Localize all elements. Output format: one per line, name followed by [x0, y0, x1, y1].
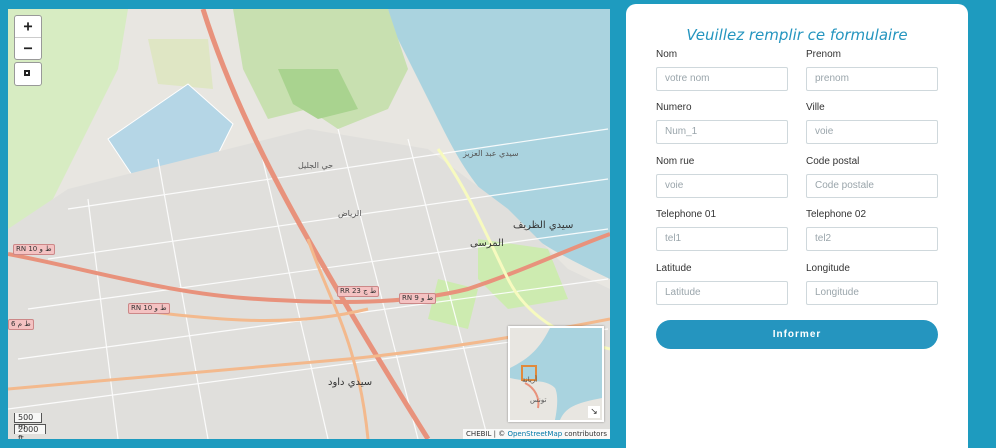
nom-rue-label: Nom rue [656, 156, 695, 167]
minimap-label-tunis: تونس [530, 396, 547, 404]
ville-label: Ville [806, 102, 825, 113]
field-numero: Numero [656, 102, 788, 144]
map-label-sidi-abdelaziz: سيدي عبد العزيز [463, 149, 519, 158]
scale-imperial: 2000 ft [14, 424, 46, 439]
field-ville: Ville [806, 102, 938, 144]
map-label-jalil: حي الجليل [298, 161, 334, 170]
tel1-label: Telephone 01 [656, 209, 717, 220]
tel1-input[interactable] [656, 226, 788, 251]
nom-label: Nom [656, 49, 678, 60]
scale-bar: 500 m 2000 ft [14, 413, 46, 439]
fit-bounds-button[interactable] [14, 62, 42, 86]
longitude-label: Longitude [806, 263, 850, 274]
latitude-input[interactable] [656, 280, 788, 305]
tel2-label: Telephone 02 [806, 209, 867, 220]
map-view[interactable]: المرسى سيدي الظريف سيدي عبد العزيز حي ال… [8, 9, 610, 439]
nom-rue-input[interactable] [656, 173, 788, 198]
map-attribution: CHEBIL | © OpenStreetMap contributors [463, 429, 610, 439]
form-title: Veuillez remplir ce formulaire [686, 26, 908, 44]
field-code-postal: Code postal [806, 156, 938, 198]
numero-input[interactable] [656, 119, 788, 144]
field-nom-rue: Nom rue [656, 156, 788, 198]
tel2-input[interactable] [806, 226, 938, 251]
osm-link[interactable]: OpenStreetMap [507, 430, 562, 438]
field-tel2: Telephone 02 [806, 209, 938, 251]
road-label-rr23: RR 23 ط ج [337, 286, 380, 297]
field-nom: Nom [656, 49, 788, 91]
informer-button[interactable]: Informer [656, 320, 938, 349]
minimap[interactable]: تونس أريانة ↘ [508, 326, 604, 422]
map-label-sidi-dhrif: سيدي الظريف [513, 220, 574, 231]
scale-metric: 500 m [14, 413, 42, 431]
numero-label: Numero [656, 102, 692, 113]
ville-input[interactable] [806, 119, 938, 144]
prenom-input[interactable] [806, 66, 938, 91]
field-prenom: Prenom [806, 49, 938, 91]
field-tel1: Telephone 01 [656, 209, 788, 251]
latitude-label: Latitude [656, 263, 692, 274]
minimap-toggle-button[interactable]: ↘ [588, 406, 600, 418]
field-latitude: Latitude [656, 263, 788, 305]
road-label-rn10-b: RN 10 ط و [128, 303, 170, 314]
field-longitude: Longitude [806, 263, 938, 305]
road-label-rn10: RN 10 ط و [13, 244, 55, 255]
map-label-sidi-daoud: سيدي داود [328, 377, 373, 388]
square-icon [24, 70, 30, 76]
map-label-riadh: الرياض [338, 209, 362, 218]
longitude-input[interactable] [806, 280, 938, 305]
code-postal-label: Code postal [806, 156, 860, 167]
map-label-marsa: المرسى [470, 238, 504, 249]
prenom-label: Prenom [806, 49, 842, 60]
attribution-prefix: CHEBIL | © [466, 430, 506, 438]
zoom-control: + − [14, 15, 42, 60]
code-postal-input[interactable] [806, 173, 938, 198]
road-label-rn9: RN 9 ط و [399, 293, 437, 304]
road-label-c6: ط م 6 [8, 319, 34, 330]
zoom-out-button[interactable]: − [15, 37, 41, 59]
minimap-label-ariana: أريانة [522, 376, 538, 384]
attribution-suffix: contributors [564, 430, 607, 438]
form-card: Veuillez remplir ce formulaire Nom Preno… [626, 4, 968, 448]
zoom-in-button[interactable]: + [15, 16, 41, 37]
nom-input[interactable] [656, 66, 788, 91]
